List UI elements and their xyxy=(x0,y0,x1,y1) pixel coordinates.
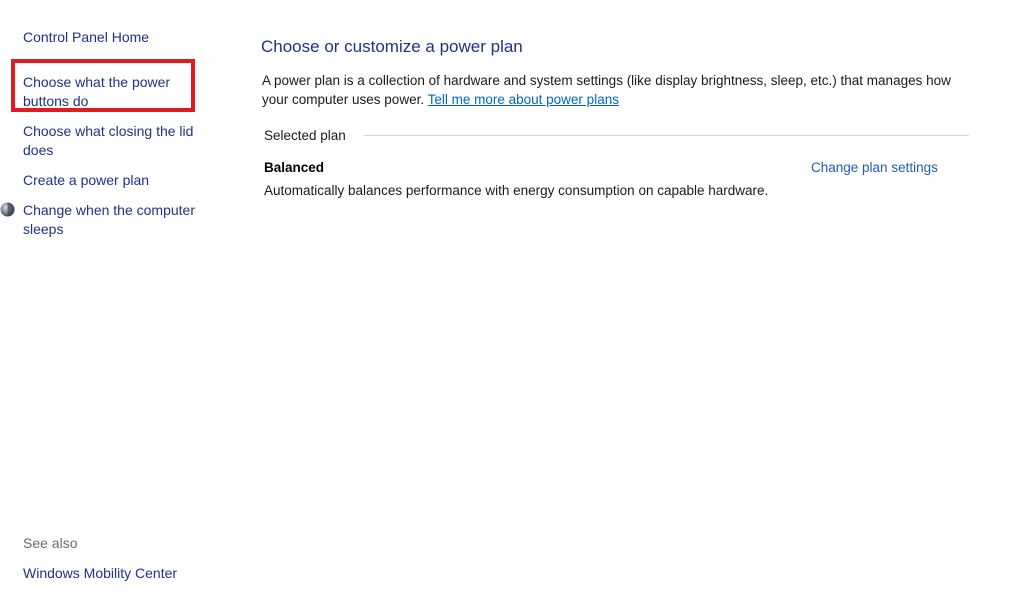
plan-description: Automatically balances performance with … xyxy=(264,183,769,198)
selected-plan-group: Selected plan xyxy=(264,126,969,146)
page-title: Choose or customize a power plan xyxy=(261,37,523,56)
control-panel-home-link[interactable]: Control Panel Home xyxy=(23,28,149,47)
page-description: A power plan is a collection of hardware… xyxy=(262,71,952,109)
sidebar: Control Panel Home Choose what the power… xyxy=(0,0,230,593)
power-options-window: Control Panel Home Choose what the power… xyxy=(0,0,1024,593)
divider xyxy=(364,135,969,136)
see-also-heading: See also xyxy=(23,535,78,551)
sidebar-item-computer-sleeps[interactable]: Change when the computer sleeps xyxy=(23,201,213,239)
selected-plan-label: Selected plan xyxy=(264,128,354,143)
change-plan-settings-link[interactable]: Change plan settings xyxy=(811,160,938,175)
windows-mobility-center-link[interactable]: Windows Mobility Center xyxy=(23,565,177,581)
sidebar-item-closing-lid[interactable]: Choose what closing the lid does xyxy=(23,122,213,160)
sidebar-item-power-buttons[interactable]: Choose what the power buttons do xyxy=(23,73,193,111)
plan-name: Balanced xyxy=(264,160,325,175)
shield-icon xyxy=(0,202,15,217)
sidebar-item-create-plan[interactable]: Create a power plan xyxy=(23,171,149,190)
learn-more-link[interactable]: Tell me more about power plans xyxy=(428,92,619,107)
